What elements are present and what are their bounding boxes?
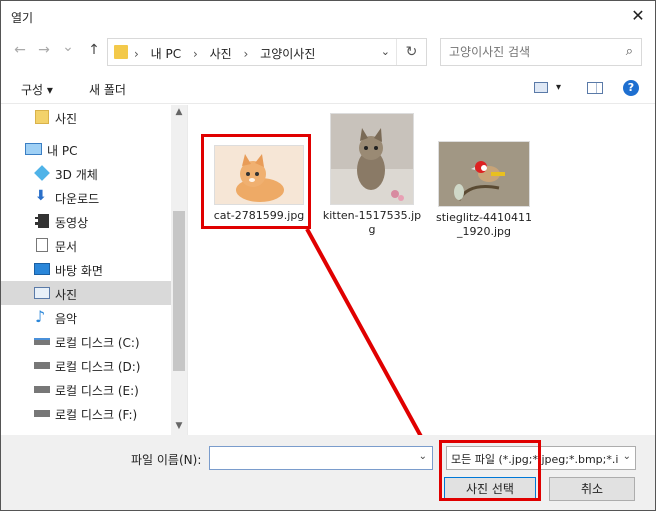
- address-row: ← → ⌄ ↑ › 내 PC › 사진 › 고양이사진 ⌄ ↻ ⌕: [1, 32, 655, 72]
- file-type-dropdown-icon[interactable]: ⌄: [622, 451, 631, 462]
- breadcrumb-separator: ›: [243, 47, 249, 61]
- pictures-icon: [34, 287, 50, 299]
- nav-scrollbar[interactable]: ▲ ▼: [171, 105, 187, 435]
- command-toolbar: 구성 ▾ 새 폴더 ▾ ?: [1, 72, 655, 104]
- file-thumbnail: [438, 141, 530, 207]
- nav-item-drive-f[interactable]: 로컬 디스크 (F:): [1, 401, 171, 425]
- recent-locations-chevron-icon[interactable]: ⌄: [59, 39, 77, 55]
- close-icon[interactable]: ✕: [627, 5, 649, 27]
- nav-item-downloads[interactable]: ⬇ 다운로드: [1, 185, 171, 209]
- nav-item-desktop[interactable]: 바탕 화면: [1, 257, 171, 281]
- nav-item-videos[interactable]: 동영상: [1, 209, 171, 233]
- nav-item-music[interactable]: ♪ 음악: [1, 305, 171, 329]
- breadcrumb-this-pc[interactable]: 내 PC: [151, 47, 181, 61]
- address-bar[interactable]: › 내 PC › 사진 › 고양이사진 ⌄ ↻: [107, 38, 427, 66]
- folder-icon: [114, 45, 128, 59]
- breadcrumb-separator: ›: [192, 47, 198, 61]
- new-folder-button[interactable]: 새 폴더: [89, 81, 126, 98]
- nav-item-label: 로컬 디스크 (F:): [55, 408, 138, 422]
- music-icon: ♪: [35, 307, 46, 326]
- desktop-icon: [34, 263, 50, 275]
- nav-item-drive-c[interactable]: 로컬 디스크 (C:): [1, 329, 171, 353]
- title-bar: 열기 ✕: [1, 1, 655, 32]
- goldfinch-photo-thumbnail: [439, 142, 529, 206]
- preview-pane-icon[interactable]: [587, 82, 603, 94]
- nav-item-quick-pictures[interactable]: 사진: [1, 105, 171, 129]
- nav-item-label: 바탕 화면: [55, 264, 103, 278]
- nav-item-label: 음악: [55, 312, 78, 326]
- dialog-title: 열기: [11, 11, 34, 25]
- nav-item-label: 로컬 디스크 (C:): [55, 336, 140, 350]
- help-icon[interactable]: ?: [623, 80, 639, 96]
- cancel-button[interactable]: 취소: [549, 477, 635, 501]
- view-dropdown-icon[interactable]: ▾: [556, 82, 561, 93]
- document-icon: [36, 238, 48, 252]
- file-thumbnail: [330, 113, 414, 205]
- drive-icon: [34, 386, 50, 393]
- nav-item-label: 사진: [55, 112, 78, 126]
- drive-icon: [34, 410, 50, 417]
- file-item[interactable]: kitten-1517535.jpg: [322, 113, 422, 237]
- nav-item-label: 사진: [55, 288, 78, 302]
- back-arrow-icon[interactable]: ←: [11, 42, 29, 58]
- file-name: kitten-1517535.jpg: [322, 209, 422, 236]
- breadcrumb-pictures[interactable]: 사진: [210, 47, 232, 61]
- video-icon: [35, 214, 49, 228]
- scroll-down-arrow-icon[interactable]: ▼: [171, 421, 187, 431]
- nav-item-label: 동영상: [55, 216, 89, 230]
- nav-item-label: 내 PC: [47, 144, 78, 158]
- nav-item-documents[interactable]: 문서: [1, 233, 171, 257]
- scroll-up-arrow-icon[interactable]: ▲: [171, 107, 187, 117]
- breadcrumb-cat-photos[interactable]: 고양이사진: [260, 47, 315, 61]
- navigation-pane: 사진 내 PC 3D 개체 ⬇ 다운로드 동영상 문서 바탕 화면 사진 ♪ 음…: [1, 105, 188, 435]
- breadcrumb-separator: ›: [134, 47, 139, 61]
- organize-menu-button[interactable]: 구성 ▾: [21, 81, 53, 98]
- filename-label: 파일 이름(N):: [131, 453, 202, 467]
- computer-icon: [25, 143, 42, 155]
- nav-item-this-pc[interactable]: 내 PC: [1, 137, 171, 161]
- search-input[interactable]: [449, 44, 609, 60]
- cube-icon: [34, 165, 50, 181]
- nav-item-label: 로컬 디스크 (E:): [55, 384, 139, 398]
- nav-item-label: 로컬 디스크 (D:): [55, 360, 141, 374]
- address-dropdown-icon[interactable]: ⌄: [381, 45, 390, 58]
- highlight-box-file: [201, 134, 311, 229]
- highlight-box-footer: [439, 440, 541, 501]
- nav-item-drive-d[interactable]: 로컬 디스크 (D:): [1, 353, 171, 377]
- forward-arrow-icon[interactable]: →: [35, 42, 53, 58]
- filename-input[interactable]: [214, 448, 414, 468]
- folder-icon: [35, 110, 49, 124]
- open-file-dialog: 열기 ✕ ← → ⌄ ↑ › 내 PC › 사진 › 고양이사진 ⌄ ↻ ⌕ 구…: [0, 0, 656, 511]
- drive-icon: [34, 338, 50, 345]
- nav-item-label: 다운로드: [55, 192, 100, 206]
- download-icon: ⬇: [35, 188, 47, 204]
- nav-item-pictures[interactable]: 사진: [1, 281, 171, 305]
- up-arrow-icon[interactable]: ↑: [85, 42, 103, 58]
- file-item[interactable]: stieglitz-4410411_1920.jpg: [434, 141, 534, 239]
- refresh-icon[interactable]: ↻: [396, 39, 426, 65]
- scrollbar-thumb[interactable]: [173, 211, 185, 371]
- nav-item-drive-e[interactable]: 로컬 디스크 (E:): [1, 377, 171, 401]
- nav-item-label: 문서: [55, 240, 78, 254]
- file-name: stieglitz-4410411_1920.jpg: [435, 211, 532, 238]
- nav-item-3d-objects[interactable]: 3D 개체: [1, 161, 171, 185]
- filename-dropdown-icon[interactable]: ⌄: [419, 451, 427, 462]
- drive-icon: [34, 362, 50, 369]
- filename-field[interactable]: ⌄: [209, 446, 433, 470]
- search-box[interactable]: ⌕: [440, 38, 642, 66]
- search-icon[interactable]: ⌕: [626, 44, 633, 59]
- kitten-photo-thumbnail: [331, 114, 413, 204]
- nav-item-label: 3D 개체: [55, 168, 98, 182]
- view-mode-icon[interactable]: [534, 82, 548, 93]
- breadcrumb: › 내 PC › 사진 › 고양이사진: [134, 45, 323, 62]
- dialog-footer: 파일 이름(N): ⌄ 모든 파일 (*.jpg;*.jpeg;*.bmp;*.…: [1, 435, 655, 510]
